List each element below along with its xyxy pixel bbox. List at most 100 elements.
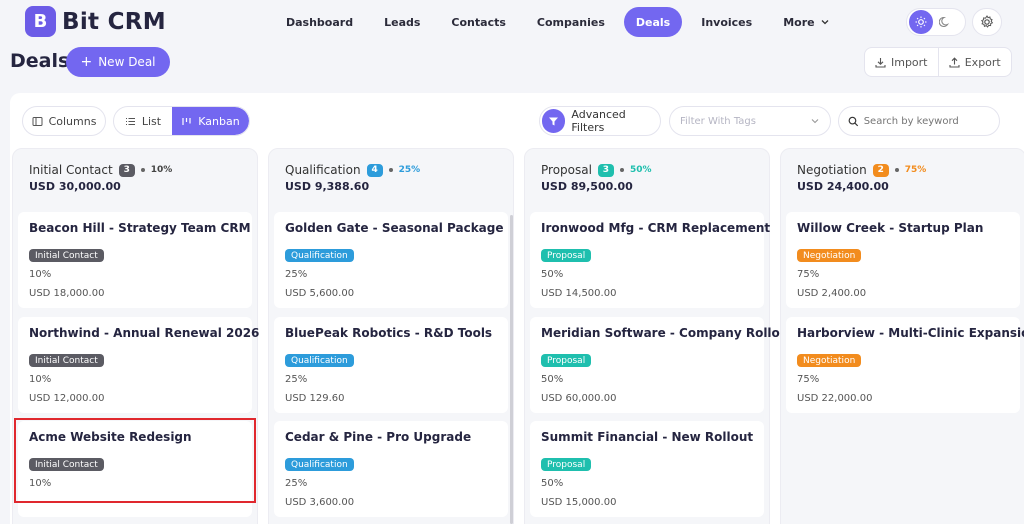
deal-card[interactable]: Northwind - Annual Renewal 2026 Initial C…: [18, 317, 259, 413]
nav-invoices[interactable]: Invoices: [689, 7, 764, 37]
deal-amount: USD 12,000.00: [29, 393, 105, 404]
import-button[interactable]: Import: [865, 48, 938, 76]
column-probability: 50%: [629, 165, 652, 175]
page-title: Deals: [10, 50, 70, 72]
deal-title: Cedar & Pine - Pro Upgrade: [285, 430, 472, 444]
column-total: USD 30,000.00: [29, 180, 121, 193]
kanban-column: Initial Contact 3 10% USD 30,000.00 Beacon H…: [12, 148, 259, 524]
columns-button[interactable]: Columns: [22, 106, 106, 136]
column-count-badge: 4: [366, 163, 383, 177]
light-mode-button[interactable]: [909, 10, 933, 34]
top-bar: B Bit CRM Dashboard Leads Contacts Compa…: [0, 0, 1024, 44]
tags-filter-select[interactable]: Filter With Tags: [669, 106, 831, 136]
export-button[interactable]: Export: [937, 48, 1012, 76]
sun-icon: [915, 16, 927, 28]
column-name: Qualification: [285, 163, 361, 177]
stage-badge: Qualification: [285, 354, 354, 367]
dark-mode-button[interactable]: [933, 10, 957, 34]
new-deal-button[interactable]: + New Deal: [66, 47, 170, 77]
stage-badge: Negotiation: [797, 354, 862, 367]
deal-title: Northwind - Annual Renewal 2026: [29, 326, 260, 340]
deal-probability: 10%: [29, 374, 52, 385]
deal-card[interactable]: Summit Financial - New Rollout Proposal 50…: [530, 421, 764, 517]
search-icon: [848, 116, 859, 126]
chevron-down-icon: [811, 119, 819, 124]
deal-title: Beacon Hill - Strategy Team CRM: [29, 221, 251, 235]
deal-probability: 25%: [285, 478, 308, 489]
column-scrollbar[interactable]: [510, 215, 513, 524]
moon-icon: [939, 16, 950, 27]
search-input[interactable]: [863, 115, 990, 127]
kanban-view-button[interactable]: Kanban: [172, 107, 249, 135]
column-total: USD 89,500.00: [541, 180, 633, 193]
stage-badge: Proposal: [541, 354, 592, 367]
deal-card[interactable]: Meridian Software - Company Rollout Propo…: [530, 317, 794, 413]
column-name: Negotiation: [797, 163, 867, 177]
settings-button[interactable]: [972, 8, 1002, 36]
deal-probability: 10%: [29, 269, 52, 280]
deal-card[interactable]: Cedar & Pine - Pro Upgrade Qualification 2…: [274, 421, 508, 517]
deal-card[interactable]: Acme Website Redesign Initial Contact 10%: [18, 421, 252, 517]
column-header: Proposal 3 50%: [541, 163, 651, 177]
deal-probability: 50%: [541, 478, 564, 489]
kanban-column: Qualification 4 25% USD 9,388.60 Golden Gate…: [268, 148, 514, 524]
column-count-badge: 3: [118, 163, 135, 177]
view-toggle: List Kanban: [113, 106, 250, 136]
deal-title: Acme Website Redesign: [29, 430, 192, 444]
column-probability: 75%: [904, 165, 927, 175]
column-probability: 10%: [150, 165, 173, 175]
download-icon: [875, 57, 886, 68]
columns-label: Columns: [48, 114, 97, 128]
deal-title: BluePeak Robotics - R&D Tools: [285, 326, 493, 340]
deal-title: Summit Financial - New Rollout: [541, 430, 754, 444]
deal-amount: USD 2,400.00: [797, 288, 867, 299]
kanban-icon: [182, 117, 191, 125]
tags-filter-placeholder: Filter With Tags: [680, 115, 756, 127]
columns-icon: [32, 116, 43, 126]
nav-dashboard[interactable]: Dashboard: [274, 7, 365, 37]
advanced-filters-label: Advanced Filters: [571, 108, 626, 134]
deal-card[interactable]: Ironwood Mfg - CRM Replacement Proposal 50…: [530, 212, 770, 308]
nav-contacts[interactable]: Contacts: [439, 7, 517, 37]
kanban-column: Negotiation 2 75% USD 24,400.00 Willow Creek…: [780, 148, 1024, 524]
deal-card[interactable]: Beacon Hill - Strategy Team CRM Initial C…: [18, 212, 252, 308]
deal-title: Golden Gate - Seasonal Package: [285, 221, 504, 235]
nav-more-label: More: [783, 15, 815, 29]
nav-leads[interactable]: Leads: [372, 7, 432, 37]
kanban-column: Proposal 3 50% USD 89,500.00 Ironwood Mfg - …: [524, 148, 794, 524]
stage-badge: Proposal: [541, 458, 592, 471]
advanced-filters-button[interactable]: Advanced Filters: [539, 106, 661, 136]
deal-card[interactable]: Golden Gate - Seasonal Package Qualificat…: [274, 212, 508, 308]
filter-icon: [542, 109, 566, 133]
logo[interactable]: B Bit CRM: [25, 6, 166, 37]
stage-badge: Initial Contact: [29, 354, 104, 367]
deal-probability: 50%: [541, 269, 564, 280]
nav-more[interactable]: More: [771, 7, 841, 37]
upload-icon: [949, 56, 960, 68]
gear-icon: [981, 15, 994, 28]
stage-badge: Initial Contact: [29, 249, 104, 262]
deal-card[interactable]: Harborview - Multi-Clinic Expansion Negot…: [786, 317, 1024, 413]
main-nav: Dashboard Leads Contacts Companies Deals…: [274, 7, 849, 37]
deal-amount: USD 14,500.00: [541, 288, 617, 299]
deal-amount: USD 15,000.00: [541, 497, 617, 508]
logo-mark: B: [25, 6, 56, 37]
stage-badge: Initial Contact: [29, 458, 104, 471]
deal-card[interactable]: Willow Creek - Startup Plan Negotiation 75…: [786, 212, 1020, 308]
stage-badge: Proposal: [541, 249, 592, 262]
deal-card[interactable]: BluePeak Robotics - R&D Tools Qualificati…: [274, 317, 508, 413]
search-box: [838, 106, 1000, 136]
chevron-down-icon: [821, 20, 829, 25]
separator-dot: [894, 168, 899, 172]
deal-amount: USD 60,000.00: [541, 393, 617, 404]
deal-amount: USD 22,000.00: [797, 393, 873, 404]
list-view-button[interactable]: List: [114, 107, 172, 135]
deal-title: Willow Creek - Startup Plan: [797, 221, 984, 235]
plus-icon: +: [80, 54, 93, 70]
list-icon: [125, 117, 135, 125]
nav-companies[interactable]: Companies: [525, 7, 617, 37]
new-deal-label: New Deal: [98, 55, 156, 69]
nav-deals[interactable]: Deals: [623, 7, 683, 37]
column-count-badge: 3: [597, 163, 614, 177]
app-name: Bit CRM: [62, 8, 166, 35]
